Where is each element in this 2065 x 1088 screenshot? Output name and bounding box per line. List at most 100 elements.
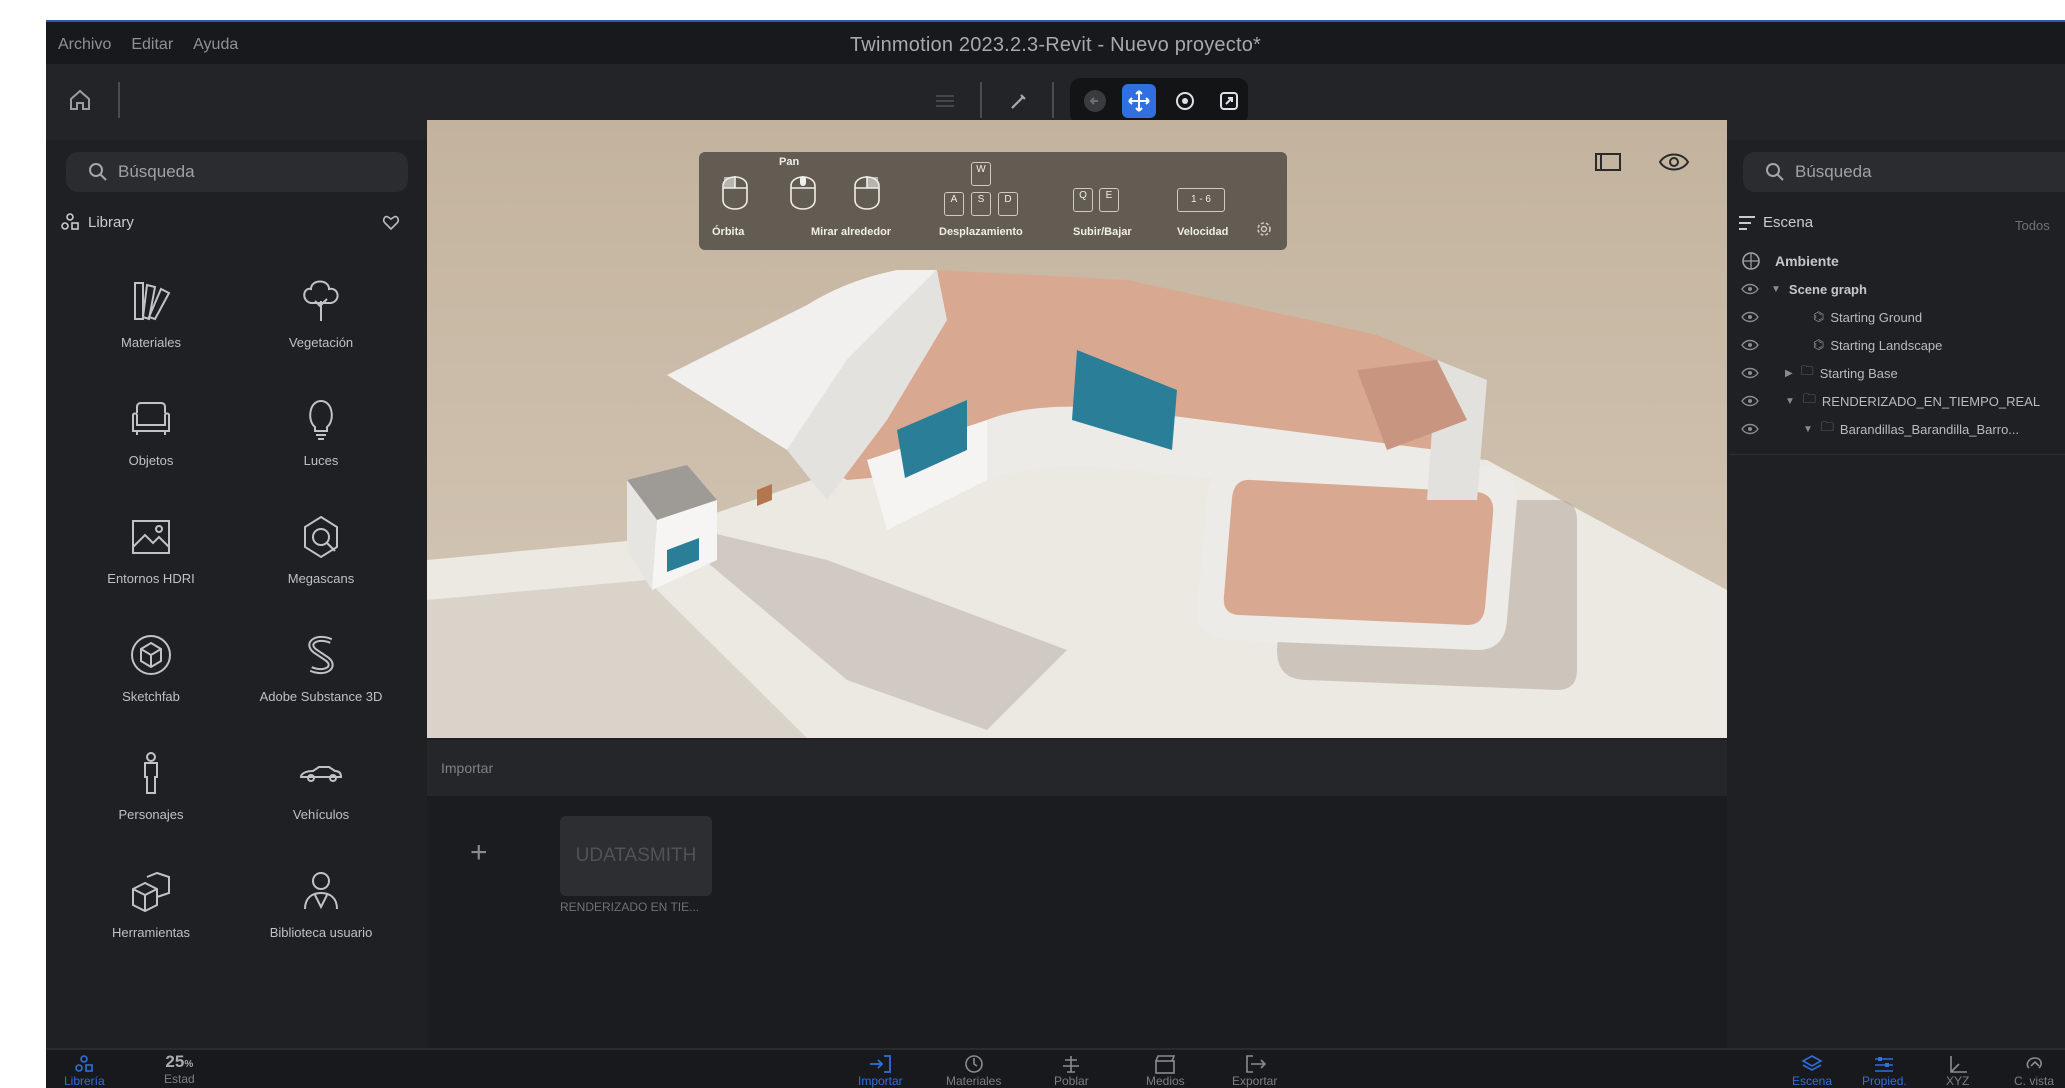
fit-view-icon[interactable]	[1212, 84, 1246, 118]
bottom-poblar-tab[interactable]: Poblar	[1054, 1054, 1089, 1088]
library-item-herramientas[interactable]: Herramientas	[66, 865, 236, 975]
bottom-label: XYZ	[1946, 1074, 1970, 1088]
tree-row-ambient[interactable]: Ambiente	[1741, 248, 1839, 274]
eye-icon[interactable]	[1741, 367, 1759, 379]
library-label: Megascans	[287, 571, 355, 586]
pan-move-button[interactable]	[1122, 84, 1156, 118]
import-panel-header: Importar	[427, 740, 1727, 796]
bottom-label: Exportar	[1232, 1074, 1278, 1088]
node-label: Starting Ground	[1830, 309, 1923, 325]
settings-gear-icon[interactable]	[1255, 220, 1273, 238]
layers-icon[interactable]	[930, 86, 960, 121]
node-label: RENDERIZADO_EN_TIEMPO_REAL	[1821, 393, 2041, 409]
library-item-luces[interactable]: Luces	[236, 393, 406, 503]
eye-icon[interactable]	[1741, 423, 1759, 435]
key-d: D	[998, 192, 1018, 216]
library-search-placeholder: Búsqueda	[118, 162, 195, 181]
library-item-hdri[interactable]: Entornos HDRI	[66, 511, 236, 621]
bottom-label: Poblar	[1054, 1074, 1089, 1088]
mouse-pan-icon	[790, 176, 816, 210]
library-item-objetos[interactable]: Objetos	[66, 393, 236, 503]
library-item-sketchfab[interactable]: Sketchfab	[66, 629, 236, 739]
stats-unit: %	[184, 1059, 194, 1070]
library-item-vegetacion[interactable]: Vegetación	[236, 275, 406, 385]
tree-icon	[303, 280, 339, 321]
library-search[interactable]: Búsqueda	[66, 152, 408, 192]
person-icon	[144, 752, 158, 794]
library-label: Entornos HDRI	[107, 571, 195, 586]
bottom-importar-tab[interactable]: Importar	[858, 1054, 903, 1088]
folder-icon: 🗀	[1820, 419, 1834, 434]
ambient-label: Ambiente	[1775, 253, 1839, 269]
look-around-label: Mirar alrededor	[811, 226, 892, 238]
tree-row-starting-landscape[interactable]: ⌬ Starting Landscape	[1741, 332, 1942, 358]
folder-icon: 🗀	[1800, 363, 1814, 378]
import-title: Importar	[441, 760, 494, 776]
bottom-libreria-tab[interactable]: Librería	[64, 1054, 105, 1088]
library-label: Vegetación	[288, 335, 354, 350]
library-label: Herramientas	[111, 925, 191, 940]
library-item-usuario[interactable]: Biblioteca usuario	[236, 865, 406, 975]
visibility-eye-icon[interactable]	[1656, 144, 1692, 180]
expand-arrow-icon[interactable]: ▼	[1785, 396, 1795, 407]
tree-row-scene-graph[interactable]: ▼ Scene graph	[1741, 276, 1867, 302]
eye-icon[interactable]	[1741, 283, 1759, 295]
move-label: Desplazamiento	[939, 226, 1023, 238]
orbit-icon[interactable]	[1168, 84, 1202, 118]
library-sidebar: Búsqueda Library Materiales Vegetación O…	[46, 140, 426, 1048]
object-icon: ⌬	[1813, 337, 1825, 352]
eye-icon[interactable]	[1741, 339, 1759, 351]
bottom-xyz-tab[interactable]: XYZ	[1946, 1054, 1969, 1088]
folder-icon: 🗀	[1802, 391, 1816, 406]
sliders-icon	[1875, 1057, 1894, 1072]
library-item-materiales[interactable]: Materiales	[66, 275, 236, 385]
bottom-materiales-tab[interactable]: Materiales	[946, 1054, 1001, 1088]
bottom-vista-tab[interactable]: C. vista	[2014, 1054, 2054, 1088]
bottom-estad-tab[interactable]: 25% Estad	[164, 1052, 195, 1086]
toolbar-separator-2	[980, 82, 982, 118]
expand-arrow-icon[interactable]: ▼	[1771, 284, 1781, 295]
clapperboard-icon	[1155, 1055, 1176, 1074]
car-icon	[299, 766, 343, 782]
picker-icon[interactable]	[1004, 86, 1034, 121]
tree-row-starting-ground[interactable]: ⌬ Starting Ground	[1741, 304, 1922, 330]
bottom-label: C. vista	[2014, 1074, 2055, 1088]
eye-icon[interactable]	[1741, 395, 1759, 407]
twinmotion-window: Archivo Editar Ayuda Twinmotion 2023.2.3…	[46, 20, 2065, 1088]
import-thumbnail[interactable]: UDATASMITH	[560, 816, 712, 896]
expand-arrow-icon[interactable]: ▼	[1803, 424, 1813, 435]
materials-icon	[134, 282, 171, 321]
bottom-label: Materiales	[946, 1074, 1002, 1088]
tree-row-barandillas[interactable]: ▼ 🗀 Barandillas_Barandilla_Barro...	[1741, 416, 2019, 442]
library-item-substance[interactable]: Adobe Substance 3D	[236, 629, 406, 739]
scene-filter[interactable]: Todos	[2015, 218, 2050, 233]
favorites-heart-icon[interactable]	[382, 214, 400, 237]
bottom-propiedades-tab[interactable]: Propied.	[1862, 1054, 1907, 1088]
library-item-vehiculos[interactable]: Vehículos	[236, 747, 406, 857]
bottom-exportar-tab[interactable]: Exportar	[1232, 1054, 1277, 1088]
library-icon	[75, 1055, 94, 1072]
library-item-personajes[interactable]: Personajes	[66, 747, 236, 857]
back-icon[interactable]	[1078, 84, 1112, 118]
home-icon[interactable]	[66, 86, 94, 114]
node-label: Barandillas_Barandilla_Barro...	[1839, 421, 2020, 437]
hdri-image-icon	[132, 520, 170, 554]
split-view-icon[interactable]	[1590, 144, 1626, 180]
library-item-megascans[interactable]: Megascans	[236, 511, 406, 621]
up-down-label: Subir/Bajar	[1073, 226, 1132, 238]
scene-search[interactable]: Búsqueda	[1743, 152, 2065, 192]
bottom-escena-tab[interactable]: Escena	[1792, 1054, 1832, 1088]
tree-row-starting-base[interactable]: ▶ 🗀 Starting Base	[1741, 360, 1898, 386]
bottom-label: Librería	[64, 1074, 105, 1088]
search-icon	[89, 163, 107, 181]
eye-icon[interactable]	[1741, 311, 1759, 323]
node-label: Starting Base	[1819, 365, 1898, 381]
cube-icon	[131, 635, 171, 675]
scene-divider	[1729, 454, 2065, 455]
add-import-button[interactable]: +	[470, 836, 488, 870]
bottom-medios-tab[interactable]: Medios	[1146, 1054, 1185, 1088]
library-label: Adobe Substance 3D	[259, 689, 383, 704]
library-label: Personajes	[118, 807, 184, 822]
collapse-arrow-icon[interactable]: ▶	[1785, 368, 1793, 379]
tree-row-renderizado[interactable]: ▼ 🗀 RENDERIZADO_EN_TIEMPO_REAL	[1741, 388, 2040, 414]
